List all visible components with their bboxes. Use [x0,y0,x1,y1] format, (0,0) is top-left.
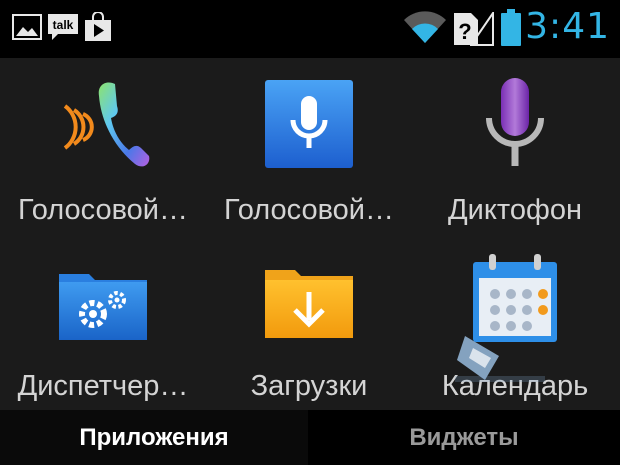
voice-search-icon [265,80,353,168]
file-manager-icon [59,274,147,340]
downloads-icon [265,270,353,338]
signal-icon [470,12,494,46]
app-dictaphone[interactable]: Диктофон [412,58,618,234]
wifi-icon [404,11,446,43]
phone-voice-icon [63,82,150,167]
app-label: Голосовой… [18,194,188,226]
app-downloads[interactable]: Загрузки [206,234,412,410]
app-label: Голосовой… [224,194,394,226]
launcher-tabs: Приложения Виджеты [0,410,620,465]
battery-icon [501,9,521,46]
status-bar: talk ? 3:41 [0,0,620,58]
play-store-icon [85,12,111,41]
tab-apps[interactable]: Приложения [0,410,308,465]
svg-text:talk: talk [53,18,74,32]
dictaphone-icon [486,78,544,166]
app-file-manager[interactable]: Диспетчер… [0,234,206,410]
app-label: Диктофон [448,194,582,226]
app-label: Диспетчер… [17,370,189,402]
app-voice-search[interactable]: Голосовой… [206,58,412,234]
status-clock: 3:41 [525,6,610,47]
gallery-icon [12,14,42,40]
app-label: Загрузки [250,370,368,402]
tab-widgets[interactable]: Виджеты [308,410,620,465]
app-voice-dialer[interactable]: Голосовой… [0,58,206,234]
talk-icon: talk [48,14,78,40]
watermark-logo-icon [455,336,545,382]
